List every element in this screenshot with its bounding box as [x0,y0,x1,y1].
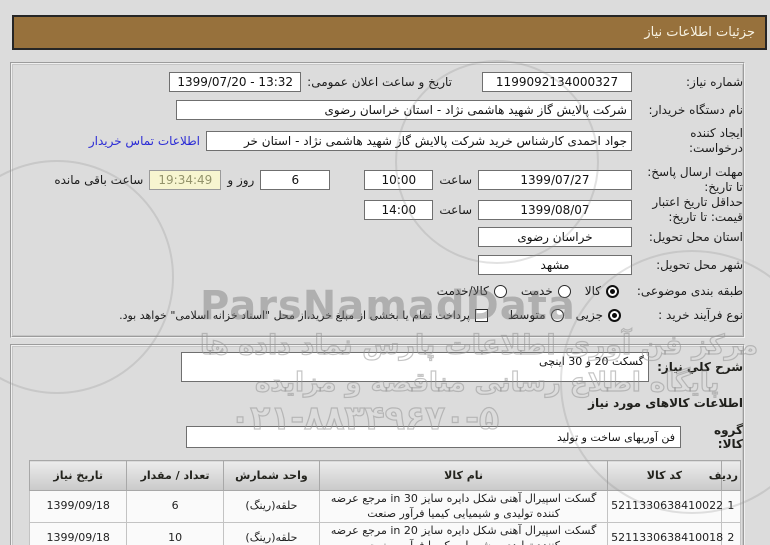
col-date: تاریخ نیاز [28,460,128,491]
creator-label: ایجاد کننده درخواست: [689,126,743,155]
cell-date: 1399/09/18 [28,522,128,545]
price-validity-date-field[interactable]: 1399/08/07 [478,200,632,220]
creator-field[interactable]: جواد احمدی کارشناس خرید شرکت پالایش گاز … [206,131,632,151]
radio-medium-label: متوسط [507,308,546,322]
buyer-label: نام دستگاه خریدار: [648,102,744,117]
process-type-label: نوع فرآیند خرید : [658,307,743,322]
cell-unit: حلقه(رینگ) [222,490,321,523]
row-subject-category: طبقه بندی موضوعی: کالا خدمت کالا/خدمت [14,282,743,300]
page-title-text: جزئیات اطلاعات نیاز [644,25,755,40]
col-qty: تعداد / مقدار [126,460,224,491]
price-validity-label: حداقل تاریخ اعتبار قیمت: تا تاریخ: [652,195,743,224]
radio-service[interactable]: خدمت [521,284,571,298]
cell-code: 5211330638410018 [607,522,723,545]
treasury-payment-note: پرداخت تمام یا بخشی از مبلغ خرید،از محل … [119,308,470,322]
cell-row: 1 [720,490,742,523]
col-row: ردیف [709,460,742,491]
goods-info-header: اطلاعات کالاهای مورد نیاز [588,396,743,410]
page-title: جزئیات اطلاعات نیاز [12,15,767,50]
radio-service-label: خدمت [520,284,553,298]
reply-deadline-label: مهلت ارسال پاسخ: تا تاریخ: [647,165,743,194]
radio-partial-label: جزیی [575,308,603,322]
cell-row: 2 [720,522,742,545]
need-number-field[interactable]: 1199092134000327 [482,72,632,92]
radio-goods-label: کالا [584,284,601,298]
radio-partial[interactable]: جزیی [576,308,621,322]
radio-medium-icon[interactable] [550,308,564,322]
province-field[interactable]: خراسان رضوی [478,227,632,247]
treasury-payment-option[interactable]: پرداخت تمام یا بخشی از مبلغ خرید،از محل … [119,308,488,322]
remaining-days-field[interactable]: 6 [260,170,331,190]
row-need-number: شماره نیاز: 1199092134000327 تاریخ و ساع… [14,71,743,93]
radio-partial-icon[interactable] [608,308,621,322]
radio-medium[interactable]: متوسط [508,308,564,322]
goods-table-header-row: ردیف کد کالا نام کالا واحد شمارش تعداد /… [28,460,742,491]
cell-unit: حلقه(رینگ) [222,522,321,545]
cell-qty: 6 [126,490,224,523]
cell-name: گسکت اسپیرال آهنی شکل دایره سایز in 30 م… [319,490,609,523]
row-need-description: شرح کلي نیاز: گسکت 20 و 30 اینچی [14,352,743,384]
countdown-timer: 19:34:49 [149,170,222,190]
row-city: شهر محل تحویل: مشهد [14,254,743,276]
buyer-field[interactable]: شرکت پالایش گاز شهید هاشمی نژاد - استان … [176,100,632,120]
row-province: استان محل تحویل: خراسان رضوی [14,226,743,248]
treasury-payment-checkbox[interactable] [474,308,488,322]
cell-date: 1399/09/18 [28,490,128,523]
price-validity-time-field[interactable]: 14:00 [364,200,434,220]
radio-goods-service-label: کالا/خدمت [436,284,489,298]
cell-code: 5211330638410022 [607,490,723,523]
table-row: 2 5211330638410018 گسکت اسپیرال آهنی شکل… [28,522,742,545]
col-unit: واحد شمارش [222,460,321,491]
radio-goods-icon[interactable] [606,284,619,298]
row-process-type: نوع فرآیند خرید : جزیی متوسط پرداخت تمام… [14,306,743,324]
need-description-field[interactable]: گسکت 20 و 30 اینچی [181,352,649,382]
cell-name: گسکت اسپیرال آهنی شکل دایره سایز in 20 م… [319,522,609,545]
city-label: شهر محل تحویل: [656,257,743,272]
remaining-days-suffix: روز و [227,173,255,187]
row-goods-group: گروه کالا: فن آوریهای ساخت و تولید [14,423,743,451]
need-number-label: شماره نیاز: [686,74,743,89]
goods-group-field[interactable]: فن آوریهای ساخت و تولید [186,426,681,448]
countdown-suffix: ساعت باقی مانده [54,173,144,187]
goods-table: ردیف کد کالا نام کالا واحد شمارش تعداد /… [28,460,742,545]
radio-goods-service-icon[interactable] [493,284,507,298]
subject-category-label: طبقه بندی موضوعی: [636,283,743,298]
announce-datetime-label: تاریخ و ساعت اعلان عمومی: [307,75,452,89]
buyer-contact-link[interactable]: اطلاعات تماس خریدار [89,134,200,148]
row-buyer: نام دستگاه خریدار: شرکت پالایش گاز شهید … [14,99,743,121]
row-creator: ایجاد کننده درخواست: جواد احمدی کارشناس … [14,124,743,158]
price-validity-hour-label: ساعت [439,203,472,217]
row-reply-deadline: مهلت ارسال پاسخ: تا تاریخ: 1399/07/27 سا… [14,165,743,194]
city-field[interactable]: مشهد [478,255,632,275]
col-name: نام کالا [319,460,609,491]
row-price-validity: حداقل تاریخ اعتبار قیمت: تا تاریخ: 1399/… [14,195,743,224]
radio-service-icon[interactable] [557,284,571,298]
goods-group-label: گروه کالا: [714,423,743,451]
cell-qty: 10 [126,522,224,545]
reply-deadline-hour-label: ساعت [439,173,472,187]
reply-deadline-time-field[interactable]: 10:00 [364,170,434,190]
reply-deadline-date-field[interactable]: 1399/07/27 [478,170,632,190]
table-row: 1 5211330638410022 گسکت اسپیرال آهنی شکل… [28,490,742,523]
need-description-label: شرح کلي نیاز: [657,360,743,374]
radio-goods-service[interactable]: کالا/خدمت [437,284,507,298]
need-details-page: جزئیات اطلاعات نیاز شماره نیاز: 11990921… [0,0,770,545]
col-code: کد کالا [607,460,722,491]
announce-datetime-field[interactable]: 1399/07/20 - 13:32 [169,72,302,92]
province-label: استان محل تحویل: [648,229,743,244]
radio-goods[interactable]: کالا [585,284,619,298]
